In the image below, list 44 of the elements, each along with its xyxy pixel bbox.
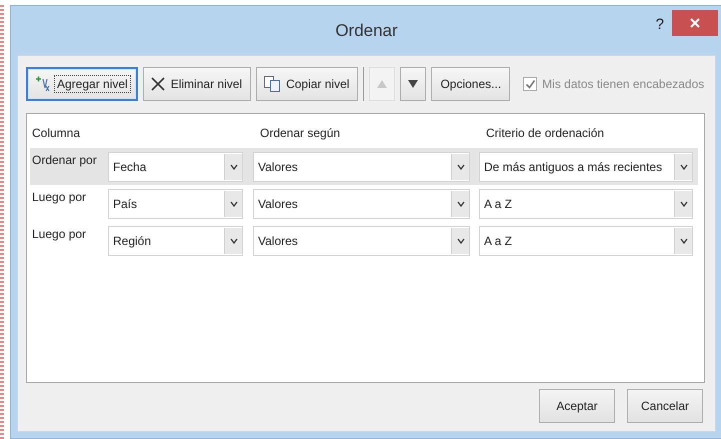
chevron-down-icon [680, 200, 688, 206]
column-dropdown[interactable]: Región [108, 226, 243, 256]
order-dropdown[interactable]: De más antiguos a más recientes [479, 152, 693, 182]
sort-on-dropdown[interactable]: Valores [253, 226, 470, 256]
chevron-down-icon [456, 238, 464, 244]
add-level-button[interactable]: Agregar nivel [26, 67, 138, 101]
window-title: Ordenar [335, 20, 398, 40]
chevron-down-icon [230, 238, 238, 244]
delete-level-button[interactable]: Eliminar nivel [142, 67, 252, 101]
column-dropdown[interactable]: Fecha [108, 152, 243, 182]
close-icon [689, 17, 701, 29]
sort-on-dropdown[interactable]: Valores [253, 152, 470, 182]
level-row[interactable]: Luego por Región Valores A a Z [30, 222, 698, 259]
level-label: Luego por [31, 189, 88, 204]
column-header: Ordenar según [259, 126, 342, 140]
accept-button[interactable]: Aceptar [539, 389, 615, 423]
chevron-down-icon [230, 200, 238, 206]
cancel-button[interactable]: Cancelar [627, 389, 703, 423]
up-triangle-icon [377, 80, 388, 88]
chevron-down-icon [456, 200, 464, 206]
down-triangle-icon [408, 80, 418, 88]
copy-level-button[interactable]: Copiar nivel [256, 67, 358, 101]
level-label: Luego por [31, 226, 88, 241]
chevron-down-icon [456, 164, 464, 170]
options-button[interactable]: Opciones... [431, 67, 510, 101]
checkmark-icon [524, 78, 536, 90]
chevron-down-icon [680, 238, 688, 244]
chevron-down-icon [680, 164, 688, 170]
column-header: Columna [31, 126, 82, 140]
close-button[interactable] [672, 10, 718, 36]
column-dropdown[interactable]: País [108, 188, 243, 218]
level-label: Ordenar por [31, 152, 98, 167]
sort-on-dropdown[interactable]: Valores [253, 188, 470, 218]
copy-icon [263, 75, 282, 93]
selected-level-row[interactable]: Ordenar por Fecha Valores De más antiguos a más recientes [30, 148, 698, 185]
column-header: Criterio de ordenación [485, 126, 606, 140]
level-row[interactable]: Luego por País Valores A a Z [30, 185, 698, 222]
move-down-button[interactable] [400, 67, 426, 101]
chevron-down-icon [230, 164, 238, 170]
order-dropdown[interactable]: A a Z [479, 226, 693, 256]
delete-icon [150, 76, 166, 92]
help-button[interactable]: ? [656, 16, 664, 33]
add-sort-icon [34, 75, 52, 93]
order-dropdown[interactable]: A a Z [479, 188, 693, 218]
